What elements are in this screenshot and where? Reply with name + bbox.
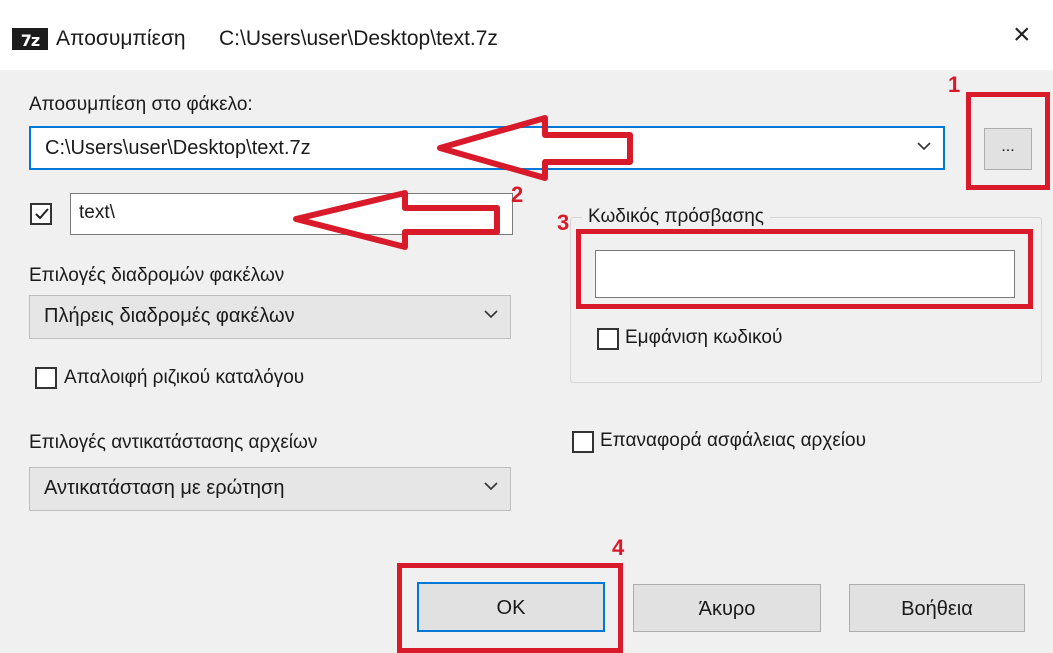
annotation-arrows (293, 115, 633, 250)
annotation-arrow-2 (293, 190, 500, 250)
annotation-arrow-1 (437, 115, 633, 181)
